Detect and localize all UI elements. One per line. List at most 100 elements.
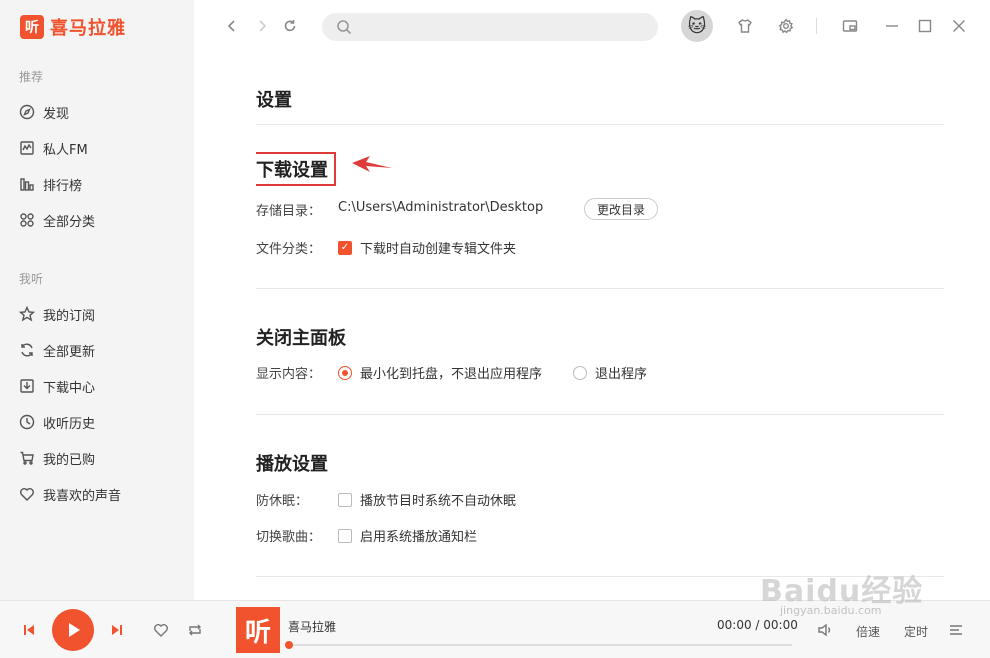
speed-button[interactable]: 倍速 (856, 623, 880, 640)
track-title: 喜马拉雅 (288, 620, 337, 634)
clock-icon (19, 414, 35, 430)
sidebar-item-label: 排行榜 (43, 178, 83, 194)
chevron-right-icon (259, 20, 267, 32)
chevron-left-icon (227, 20, 235, 32)
skip-prev-icon (24, 625, 34, 635)
play-button[interactable] (52, 609, 94, 651)
exit-app-option[interactable]: 退出程序 (573, 363, 647, 382)
minimize-tray-label: 最小化到托盘，不退出应用程序 (360, 367, 543, 382)
exit-app-label: 退出程序 (595, 367, 648, 382)
search-icon (337, 20, 352, 35)
notify-bar-option[interactable]: 启用系统播放通知栏 (338, 526, 477, 545)
heart-icon (154, 624, 168, 637)
sidebar-item-purchased[interactable]: 我的已购 (19, 448, 95, 468)
anti-sleep-option[interactable]: 播放节目时系统不自动休眠 (338, 490, 516, 509)
maximize-icon (918, 19, 932, 33)
sidebar-item-ranking[interactable]: 排行榜 (19, 174, 82, 194)
auto-folder-option[interactable]: ✓ 下载时自动创建专辑文件夹 (338, 238, 516, 257)
loop-icon (189, 624, 201, 636)
section-mylisten: 我听 (19, 272, 44, 286)
section-recommend: 推荐 (19, 70, 44, 84)
close-icon (953, 20, 965, 32)
anti-sleep-label: 防休眠： (256, 494, 309, 509)
switch-song-label: 切换歌曲： (256, 530, 322, 545)
prev-button[interactable] (20, 621, 38, 639)
progress-bar[interactable] (285, 641, 792, 649)
tshirt-icon (738, 19, 752, 33)
grid-icon (20, 213, 34, 227)
search-box[interactable] (322, 13, 658, 41)
progress-handle[interactable] (285, 641, 293, 649)
close-button[interactable] (949, 16, 969, 36)
sidebar-item-fm[interactable]: 私人FM (19, 138, 88, 158)
like-button[interactable] (152, 621, 170, 639)
cart-icon (20, 451, 34, 465)
display-content-label: 显示内容： (256, 367, 322, 382)
sidebar-item-label: 收听历史 (43, 416, 96, 432)
album-cover[interactable]: 听 (236, 607, 280, 653)
volume-button[interactable] (816, 621, 834, 639)
sidebar-item-downloads[interactable]: 下载中心 (19, 376, 95, 396)
sidebar-item-label: 全部分类 (43, 214, 96, 230)
storage-dir-value: C:\Users\Administrator\Desktop (338, 200, 544, 215)
skin-button[interactable] (735, 16, 755, 36)
playback-settings-title: 播放设置 (256, 454, 328, 475)
avatar[interactable]: 🐱 (681, 10, 713, 42)
minimize-tray-radio[interactable] (338, 365, 352, 380)
mini-mode-button[interactable] (840, 16, 860, 36)
sidebar-item-label: 我喜欢的声音 (43, 488, 122, 504)
back-button[interactable] (222, 16, 242, 36)
playlist-icon (950, 625, 962, 635)
heart-icon (20, 488, 34, 501)
sidebar-item-label: 私人FM (43, 142, 88, 158)
playlist-button[interactable] (947, 621, 965, 639)
top-bar: 🐱 (194, 0, 990, 54)
skip-next-icon (112, 625, 122, 635)
forward-button[interactable] (252, 16, 272, 36)
divider (256, 124, 944, 125)
star-icon (19, 306, 35, 322)
minimize-tray-option[interactable]: 最小化到托盘，不退出应用程序 (338, 363, 542, 382)
sidebar-item-discover[interactable]: 发现 (19, 102, 69, 122)
sidebar: 听 喜马拉雅 推荐 发现 私人FM 排行榜 全部分类 我听 我的订阅 全部更新 … (0, 0, 194, 600)
auto-folder-checkbox[interactable]: ✓ (338, 240, 352, 255)
sidebar-item-subscriptions[interactable]: 我的订阅 (19, 304, 95, 324)
annotation-arrow-icon (352, 156, 392, 172)
sidebar-item-updates[interactable]: 全部更新 (19, 340, 95, 360)
sidebar-item-label: 全部更新 (43, 344, 96, 360)
toolbar-divider (816, 18, 817, 34)
mini-window-icon (842, 20, 858, 32)
divider (256, 414, 944, 415)
exit-app-radio[interactable] (573, 365, 587, 380)
next-button[interactable] (108, 621, 126, 639)
sidebar-item-history[interactable]: 收听历史 (19, 412, 95, 432)
sidebar-item-categories[interactable]: 全部分类 (19, 210, 95, 230)
change-dir-button[interactable]: 更改目录 (584, 198, 659, 220)
download-icon (20, 379, 34, 393)
notify-bar-checkbox[interactable] (338, 528, 352, 543)
download-settings-title: 下载设置 (256, 152, 336, 186)
settings-button[interactable] (776, 16, 796, 36)
play-icon (69, 623, 80, 637)
anti-sleep-checkbox[interactable] (338, 492, 352, 507)
anti-sleep-option-label: 播放节目时系统不自动休眠 (360, 494, 517, 509)
radio-wave-icon (20, 141, 34, 155)
storage-dir-label: 存储目录： (256, 204, 322, 219)
app-name: 喜马拉雅 (50, 18, 126, 39)
watermark-url: jingyan.baidu.com (780, 604, 882, 617)
maximize-button[interactable] (915, 16, 935, 36)
close-panel-title: 关闭主面板 (256, 328, 346, 349)
app-logo[interactable]: 听 喜马拉雅 (20, 14, 126, 40)
sidebar-item-label: 我的已购 (43, 452, 96, 468)
divider (256, 288, 944, 289)
page-title: 设置 (256, 90, 292, 111)
file-classify-label: 文件分类： (256, 242, 322, 257)
refresh-icon (21, 343, 33, 357)
refresh-button[interactable] (280, 16, 300, 36)
search-input[interactable] (358, 20, 638, 34)
sidebar-item-liked[interactable]: 我喜欢的声音 (19, 484, 121, 504)
compass-icon (19, 104, 35, 120)
loop-button[interactable] (186, 621, 204, 639)
minimize-button[interactable] (882, 16, 902, 36)
timer-button[interactable]: 定时 (904, 623, 928, 640)
